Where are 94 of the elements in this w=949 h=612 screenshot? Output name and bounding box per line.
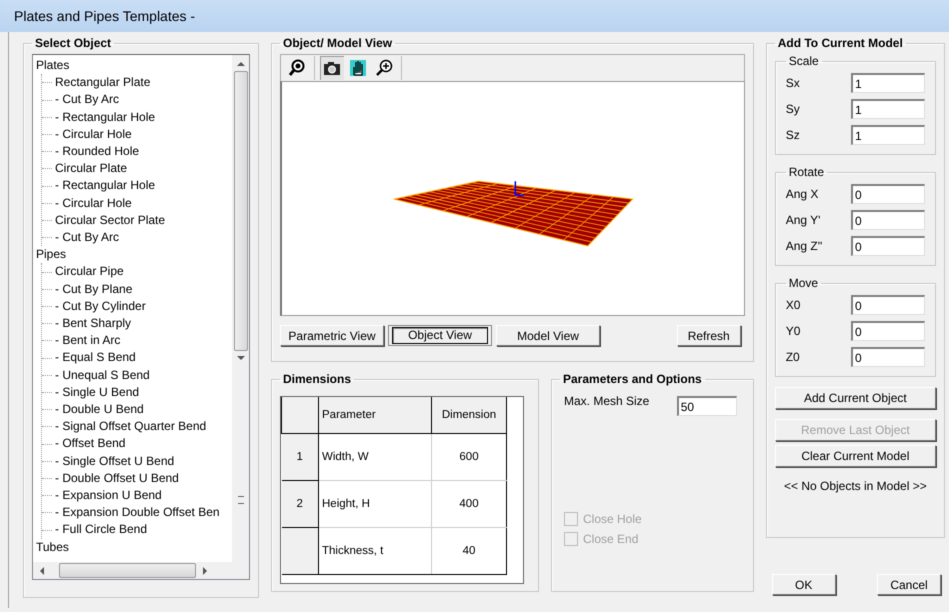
input-field[interactable]: 1: [851, 125, 925, 145]
tree-item[interactable]: - Cut By Plane: [55, 280, 132, 298]
tree-item[interactable]: - Equal S Bend: [55, 349, 136, 367]
action-button[interactable]: Add Current Object: [774, 387, 936, 409]
field-label: Sz: [786, 128, 800, 142]
tree-item[interactable]: - Double U Bend: [55, 401, 144, 418]
tree-item[interactable]: Circular Sector Plate: [55, 212, 166, 230]
tree-item[interactable]: - Rounded Hole: [55, 143, 140, 160]
scroll-left-icon[interactable]: [39, 566, 45, 574]
tree-item[interactable]: - Single Offset U Bend: [55, 452, 174, 470]
tree-item[interactable]: - Bent Sharply: [55, 315, 132, 332]
group-title: Move: [788, 276, 820, 290]
field-label: Ang Z'': [786, 239, 822, 253]
scrollbar[interactable]: [33, 562, 249, 579]
group-title: Select Object: [34, 36, 112, 50]
field-label: Sx: [786, 76, 800, 90]
table-cell: Thickness, t: [318, 528, 432, 574]
dialog-button[interactable]: Cancel: [877, 574, 941, 595]
camera-icon: [323, 59, 341, 77]
header-cell: Dimension: [432, 397, 506, 434]
window-title: Plates and Pipes Templates -: [14, 8, 196, 24]
table-cell: 400: [432, 480, 506, 528]
hand-icon: [349, 59, 367, 77]
viewport[interactable]: [280, 81, 745, 316]
input-field[interactable]: 1: [851, 99, 925, 119]
row-header: 2: [282, 480, 318, 528]
input-field[interactable]: 0: [851, 210, 925, 230]
scroll-thumb[interactable]: [59, 563, 196, 578]
scroll-down-icon[interactable]: [236, 355, 244, 361]
view-tab[interactable]: Object View: [388, 325, 492, 346]
group-title: Parameters and Options: [562, 372, 703, 386]
field-label: Max. Mesh Size: [564, 394, 650, 408]
view-tab[interactable]: Model View: [496, 325, 600, 346]
tree-item[interactable]: - Signal Offset Quarter Bend: [55, 418, 206, 436]
tree-view[interactable]: [32, 54, 250, 580]
tree-item[interactable]: - Full Circle Bend: [55, 521, 148, 539]
table-cell: Width, W: [318, 434, 432, 480]
field-label: Sy: [786, 102, 800, 116]
tree-item[interactable]: - Cut By Arc: [55, 229, 120, 246]
tree-item[interactable]: - Unequal S Bend: [55, 366, 150, 384]
header-cell: [282, 397, 318, 434]
group-title: Add To Current Model: [776, 36, 904, 50]
input-field[interactable]: 0: [851, 184, 925, 204]
status-text: << No Objects in Model >>: [782, 479, 928, 493]
table-cell: 600: [432, 434, 506, 480]
scroll-right-icon[interactable]: [202, 566, 208, 574]
tree-item[interactable]: - Rectangular Hole: [55, 108, 156, 126]
tree-item[interactable]: - Circular Hole: [55, 194, 132, 212]
scroll-up-icon[interactable]: [236, 61, 244, 67]
group-title: Rotate: [788, 165, 826, 179]
input-field[interactable]: 1: [851, 73, 925, 93]
view-tab[interactable]: Parametric View: [280, 325, 384, 346]
tree-item[interactable]: - Expansion U Bend: [55, 487, 162, 504]
search-icon: [288, 59, 306, 77]
tree-item[interactable]: Tubes: [36, 538, 232, 556]
tree-item[interactable]: - Double Offset U Bend: [55, 470, 179, 488]
table-cell: Height, H: [318, 480, 432, 528]
tree-item[interactable]: - Cut By Cylinder: [55, 298, 146, 316]
tree-item[interactable]: - Offset Bend: [55, 435, 126, 453]
input-field[interactable]: 0: [851, 347, 925, 367]
field-label: X0: [786, 298, 800, 312]
tree-item[interactable]: - Expansion Double Offset Ben: [55, 504, 220, 522]
grip-icon: [238, 496, 244, 504]
field-label: Z0: [786, 350, 800, 364]
input-field[interactable]: 0: [851, 236, 925, 256]
row-header: 1: [282, 434, 318, 480]
tree-item[interactable]: Plates: [36, 57, 232, 74]
tree-item[interactable]: Circular Plate: [55, 160, 128, 178]
field-label: Ang Y': [786, 213, 820, 227]
tree-item[interactable]: - Rectangular Hole: [55, 177, 156, 195]
row-header: [282, 528, 318, 574]
table-cell: 40: [432, 528, 506, 574]
tree-item[interactable]: - Bent in Arc: [55, 332, 120, 350]
field-label: Y0: [786, 324, 800, 338]
tree-item[interactable]: - Cut By Arc: [55, 91, 120, 109]
tree-item[interactable]: Rectangular Plate: [55, 74, 150, 92]
tree-item[interactable]: Circular Pipe: [55, 263, 124, 281]
group-title: Object/ Model View: [282, 36, 394, 50]
dialog-button[interactable]: OK: [772, 574, 836, 595]
field-label: Ang X: [786, 187, 818, 201]
group-title: Scale: [788, 54, 820, 68]
scrollbar[interactable]: [232, 55, 249, 562]
tree-item[interactable]: - Circular Hole: [55, 126, 132, 144]
input-field[interactable]: 0: [851, 321, 925, 341]
refresh-button[interactable]: Refresh: [676, 325, 741, 346]
tree-item[interactable]: Pipes: [36, 246, 232, 264]
input-field[interactable]: 0: [851, 295, 925, 315]
header-cell: Parameter: [318, 397, 432, 434]
mesh-size-field[interactable]: 50: [676, 396, 737, 416]
action-button[interactable]: Clear Current Model: [774, 445, 936, 467]
zoom-in-icon: [375, 59, 393, 77]
group-title: Dimensions: [282, 372, 352, 386]
tree-item[interactable]: - Single U Bend: [55, 384, 140, 402]
toolbar-button[interactable]: [320, 56, 344, 80]
